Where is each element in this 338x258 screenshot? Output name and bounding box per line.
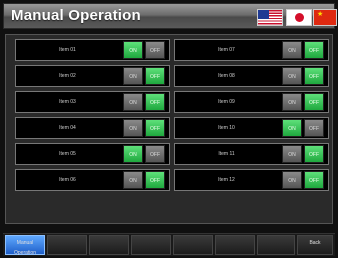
off-button[interactable]: OFF — [304, 145, 324, 163]
nav-button-5[interactable] — [173, 235, 213, 255]
on-button[interactable]: ON — [123, 67, 143, 85]
item-row: Item 01 ON OFF — [15, 39, 170, 61]
off-button[interactable]: OFF — [145, 145, 165, 163]
item-row: Item 02 ON OFF — [15, 65, 170, 87]
item-row: Item 03 ON OFF — [15, 91, 170, 113]
off-button[interactable]: OFF — [304, 67, 324, 85]
nav-manual-operation-label-1: Manual — [16, 240, 34, 246]
off-button[interactable]: OFF — [145, 119, 165, 137]
item-row: Item 05 ON OFF — [15, 143, 170, 165]
on-button[interactable]: ON — [282, 93, 302, 111]
off-button[interactable]: OFF — [304, 171, 324, 189]
item-label: Item 11 — [218, 151, 235, 157]
on-button[interactable]: ON — [123, 119, 143, 137]
item-label: Item 06 — [59, 177, 76, 183]
items-column-right: Item 07 ON OFF Item 08 ON OFF Item 09 ON OFF Item… — [174, 39, 329, 195]
item-label: Item 03 — [59, 99, 76, 105]
item-row: Item 10 ON OFF — [174, 117, 329, 139]
item-row: Item 08 ON OFF — [174, 65, 329, 87]
item-row: Item 06 ON OFF — [15, 169, 170, 191]
hmi-screen: Manual Operation ★ Item 01 ON OFF Item 02 ON… — [0, 0, 338, 258]
item-row: Item 09 ON OFF — [174, 91, 329, 113]
off-button[interactable]: OFF — [145, 41, 165, 59]
nav-button-7[interactable] — [257, 235, 295, 255]
nav-button-6[interactable] — [215, 235, 255, 255]
item-label: Item 12 — [218, 177, 235, 183]
china-flag-icon[interactable]: ★ — [313, 9, 337, 26]
off-button[interactable]: OFF — [304, 41, 324, 59]
nav-button-4[interactable] — [131, 235, 171, 255]
on-button[interactable]: ON — [123, 171, 143, 189]
off-button[interactable]: OFF — [145, 171, 165, 189]
nav-manual-operation-label-2: Operation — [14, 250, 36, 256]
title-bar: Manual Operation ★ — [3, 3, 337, 29]
nav-button-2[interactable] — [47, 235, 87, 255]
item-label: Item 10 — [218, 125, 235, 131]
us-flag-icon[interactable] — [257, 9, 283, 26]
on-button[interactable]: ON — [123, 145, 143, 163]
item-label: Item 08 — [218, 73, 235, 79]
items-column-left: Item 01 ON OFF Item 02 ON OFF Item 03 ON OFF Item… — [15, 39, 170, 195]
back-button[interactable]: Back — [297, 235, 333, 255]
item-label: Item 02 — [59, 73, 76, 79]
off-button[interactable]: OFF — [304, 93, 324, 111]
item-label: Item 09 — [218, 99, 235, 105]
on-button[interactable]: ON — [282, 119, 302, 137]
on-button[interactable]: ON — [282, 41, 302, 59]
japan-flag-icon[interactable] — [286, 9, 312, 26]
off-button[interactable]: OFF — [304, 119, 324, 137]
item-row: Item 12 ON OFF — [174, 169, 329, 191]
off-button[interactable]: OFF — [145, 93, 165, 111]
item-label: Item 07 — [218, 47, 235, 53]
item-row: Item 04 ON OFF — [15, 117, 170, 139]
manual-operation-panel: Item 01 ON OFF Item 02 ON OFF Item 03 ON OFF Item… — [5, 34, 333, 224]
bottom-nav-bar: Manual Operation Back — [3, 233, 335, 256]
item-label: Item 01 — [59, 47, 76, 53]
off-button[interactable]: OFF — [145, 67, 165, 85]
nav-button-3[interactable] — [89, 235, 129, 255]
item-label: Item 04 — [59, 125, 76, 131]
item-label: Item 05 — [59, 151, 76, 157]
nav-manual-operation-button[interactable]: Manual Operation — [5, 235, 45, 256]
on-button[interactable]: ON — [123, 93, 143, 111]
on-button[interactable]: ON — [282, 171, 302, 189]
on-button[interactable]: ON — [282, 145, 302, 163]
on-button[interactable]: ON — [282, 67, 302, 85]
item-row: Item 07 ON OFF — [174, 39, 329, 61]
on-button[interactable]: ON — [123, 41, 143, 59]
item-row: Item 11 ON OFF — [174, 143, 329, 165]
back-label: Back — [309, 240, 321, 246]
page-title: Manual Operation — [11, 7, 141, 24]
